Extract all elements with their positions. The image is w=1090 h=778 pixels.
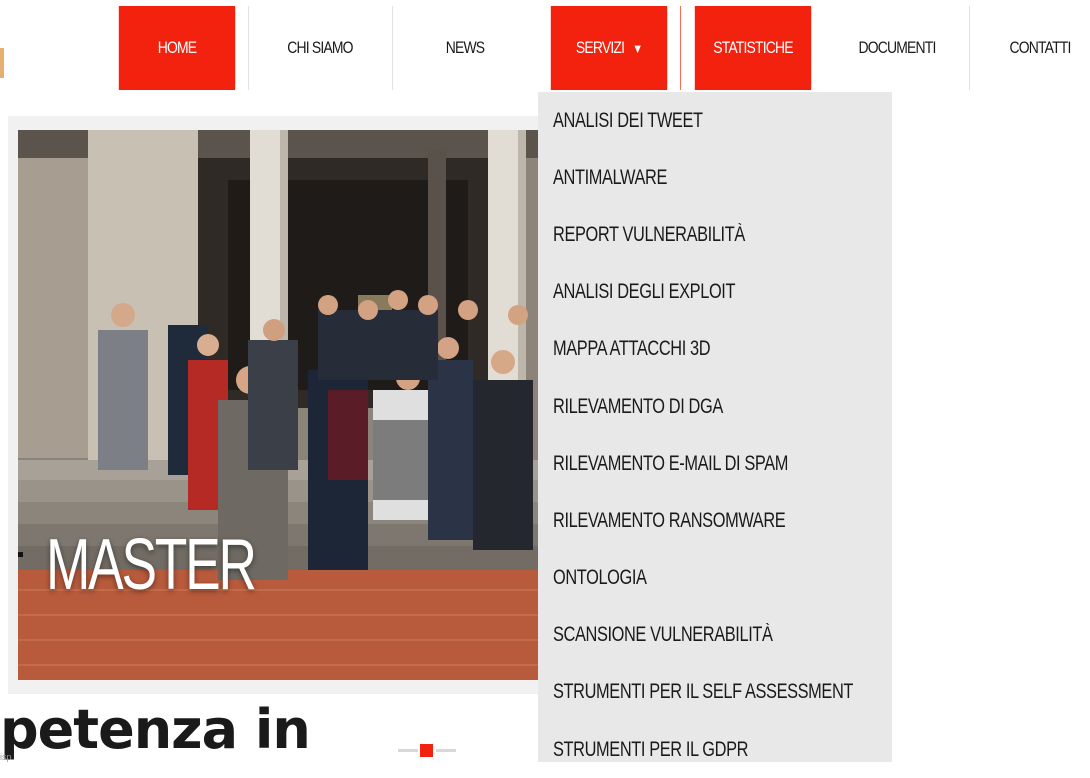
dropdown-item-analisi-tweet[interactable]: ANALISI DEI TWEET <box>538 92 892 149</box>
nav-divider <box>680 6 681 90</box>
dropdown-item-ontologia[interactable]: ONTOLOGIA <box>538 550 892 607</box>
dropdown-item-self-assessment[interactable]: STRUMENTI PER IL SELF ASSESSMENT <box>538 664 892 721</box>
nav-divider <box>248 6 249 90</box>
nav-item-chi-siamo[interactable]: CHI SIAMO <box>262 6 378 90</box>
dropdown-item-rilevamento-ransomware[interactable]: RILEVAMENTO RANSOMWARE <box>538 492 892 549</box>
nav-item-home[interactable]: HOME <box>118 6 236 90</box>
hero-title: MASTER <box>46 525 257 605</box>
slider-dot-active[interactable] <box>420 744 433 757</box>
dropdown-item-mappa-attacchi-3d[interactable]: MAPPA ATTACCHI 3D <box>538 321 892 378</box>
hero-slide[interactable]: MASTER <box>18 130 540 680</box>
nav-item-contatti[interactable]: CONTATTI <box>983 6 1090 90</box>
slider-prev-marker <box>18 552 23 557</box>
caret-down-icon: ▼ <box>632 40 643 56</box>
slider-dot[interactable] <box>398 749 418 752</box>
logo-fragment <box>0 48 4 78</box>
heading-caption: isp <box>0 752 12 762</box>
nav-item-servizi-label: SERVIZI <box>575 38 625 57</box>
nav-item-statistiche[interactable]: STATISTICHE <box>694 6 812 90</box>
dropdown-item-scansione-vulnerabilita[interactable]: SCANSIONE VULNERABILITÀ <box>538 607 892 664</box>
nav-divider <box>392 6 393 90</box>
nav-item-servizi[interactable]: SERVIZI ▼ <box>550 6 668 90</box>
dropdown-item-rilevamento-dga[interactable]: RILEVAMENTO DI DGA <box>538 378 892 435</box>
slider-pagination <box>398 744 458 757</box>
nav-item-news[interactable]: NEWS <box>406 6 524 90</box>
dropdown-item-antimalware[interactable]: ANTIMALWARE <box>538 149 892 206</box>
section-heading: petenza in <box>0 698 311 761</box>
servizi-dropdown-menu: ANALISI DEI TWEET ANTIMALWARE REPORT VUL… <box>538 92 892 762</box>
dropdown-item-rilevamento-email-spam[interactable]: RILEVAMENTO E-MAIL DI SPAM <box>538 435 892 492</box>
dropdown-item-gdpr[interactable]: STRUMENTI PER IL GDPR <box>538 721 892 778</box>
dropdown-item-report-vulnerabilita[interactable]: REPORT VULNERABILITÀ <box>538 206 892 263</box>
slider-dot[interactable] <box>436 749 456 752</box>
top-navigation: HOME CHI SIAMO NEWS SERVIZI ▼ STATISTICH… <box>0 0 1090 92</box>
dropdown-item-analisi-exploit[interactable]: ANALISI DEGLI EXPLOIT <box>538 264 892 321</box>
nav-item-documenti[interactable]: DOCUMENTI <box>838 6 956 90</box>
nav-divider <box>969 6 970 90</box>
